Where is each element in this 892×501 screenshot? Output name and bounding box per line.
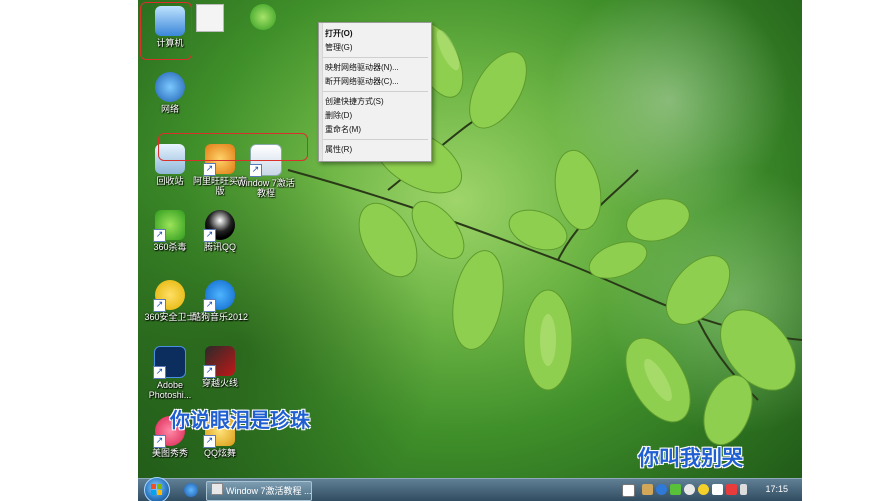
start-button[interactable] [144, 477, 170, 501]
network-icon [155, 72, 185, 102]
windows-logo-icon [151, 484, 162, 495]
photoshop-icon: ↗ [153, 346, 186, 379]
menu-gutter [319, 23, 323, 161]
menu-separator [323, 91, 428, 92]
menu-item-delete[interactable]: 删除(D) [325, 110, 352, 121]
network-tray-icon[interactable] [712, 484, 723, 495]
taskbar: Window 7激活教程 ... 17:15 [138, 477, 802, 501]
qq-desktop-icon[interactable]: ↗ 腾讯QQ [190, 210, 250, 252]
menu-item-create-shortcut[interactable]: 创建快捷方式(S) [325, 96, 384, 107]
crossfire-icon: ↗ [203, 346, 235, 378]
plus-icon: ↗ [153, 280, 185, 312]
penguin-icon: ↗ [203, 210, 235, 242]
tray-app-icon[interactable] [684, 484, 695, 495]
clock[interactable]: 17:15 [765, 484, 788, 494]
tray-shield-icon[interactable] [670, 484, 681, 495]
menu-item-manage[interactable]: 管理(G) [325, 42, 353, 53]
menu-item-rename[interactable]: 重命名(M) [325, 124, 361, 135]
properties-highlight [158, 133, 308, 161]
menu-item-properties[interactable]: 属性(R) [325, 144, 352, 155]
tray-app-icon[interactable] [656, 484, 667, 495]
kugou-desktop-icon[interactable]: ↗ 酷狗音乐2012 [190, 280, 250, 322]
menu-item-open[interactable]: 打开(O) [325, 28, 353, 39]
menu-item-map-network-drive[interactable]: 映射网络驱动器(N)... [325, 62, 399, 73]
tray-qq-icon[interactable] [698, 484, 709, 495]
network-desktop-icon[interactable]: 网络 [140, 72, 200, 114]
tray-app-icon[interactable] [642, 484, 653, 495]
menu-item-disconnect-network-drive[interactable]: 断开网络驱动器(C)... [325, 76, 399, 87]
shield-icon: ↗ [153, 210, 185, 242]
lyric-line-1: 你说眼泪是珍珠 [170, 408, 310, 432]
system-tray: 17:15 [622, 479, 802, 501]
taskbar-window-button[interactable]: Window 7激活教程 ... [206, 481, 312, 501]
app-icon-partial[interactable] [196, 4, 224, 32]
volume-icon[interactable] [740, 484, 747, 495]
window-icon [211, 483, 223, 495]
ie-quicklaunch-icon[interactable] [184, 483, 198, 497]
flag-tray-icon[interactable] [726, 484, 737, 495]
desktop-screen: 计算机 网络 回收站 ↗ 阿里旺旺买家版 ↗ Window 7激活教程 ↗ 36… [138, 0, 802, 501]
app-icon-partial[interactable] [250, 4, 276, 30]
kugou-icon: ↗ [203, 280, 235, 312]
input-method-icon[interactable] [622, 484, 635, 497]
crossfire-desktop-icon[interactable]: ↗ 穿越火线 [190, 346, 250, 388]
menu-separator [323, 139, 428, 140]
menu-separator [323, 57, 428, 58]
lyric-line-2: 你叫我别哭 [638, 446, 743, 470]
context-menu: 打开(O) 管理(G) 映射网络驱动器(N)... 断开网络驱动器(C)... … [318, 22, 432, 162]
computer-icon-highlight [140, 2, 192, 60]
